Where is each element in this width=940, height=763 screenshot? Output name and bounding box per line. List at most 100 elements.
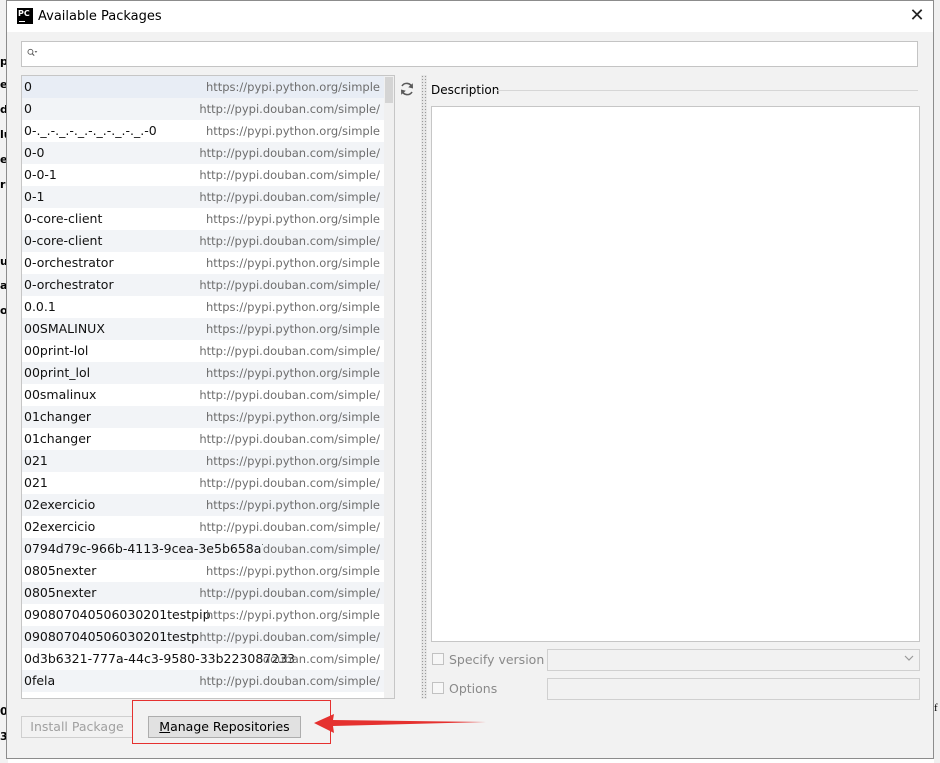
package-row[interactable]: 090807040506030201testpip http://pypi.dou… [22,626,384,648]
package-row[interactable]: 0-orchestrator http://pypi.douban.com/sim… [22,274,384,296]
package-name: 0805nexter [24,585,97,600]
package-repository: http://pypi.douban.com/simple/ [199,186,380,208]
description-panel [431,106,920,642]
package-row[interactable]: 0-._.-._.-._.-._.-._.-._.-0 https://pypi.… [22,120,384,142]
package-repository: http://pypi.douban.com/simple/ [199,230,380,252]
package-repository: http://pypi.douban.com/simple/ [199,670,380,692]
refresh-icon[interactable] [397,79,417,99]
package-repository: http://pypi.douban.com/simple/ [199,98,380,120]
package-row[interactable]: 02exercicio http://pypi.douban.com/simple… [22,516,384,538]
title-bar: PC Available Packages ✕ [7,1,933,32]
specify-version-checkbox[interactable] [432,653,444,665]
package-repository: https://pypi.python.org/simple [205,608,380,622]
package-list[interactable]: 0 https://pypi.python.org/simple 0 http://p… [21,75,395,699]
package-row[interactable]: 0805nexter http://pypi.douban.com/simple/ [22,582,384,604]
package-row[interactable]: 0-core-client https://pypi.python.org/sim… [22,208,384,230]
package-row[interactable]: 00print_lol https://pypi.python.org/simpl… [22,362,384,384]
package-row[interactable]: 0 http://pypi.douban.com/simple/ [22,98,384,120]
package-repository: http://pypi.douban.com/simple/ [199,142,380,164]
package-repository: https://pypi.python.org/simple [205,406,380,428]
package-repository: https://pypi.python.org/simple [205,318,380,340]
options-input[interactable] [547,678,920,700]
package-repository: https://pypi.python.org/simple [205,362,380,384]
package-name: 01changer [24,431,92,446]
package-name: 0.0.1 [24,299,56,314]
description-label: Description [431,83,500,97]
package-repository: http://pypi.douban.com/simple/ [199,274,380,296]
package-repository: http://pypi.douban.com/simple/ [199,344,380,358]
search-icon[interactable] [27,47,38,58]
package-repository: https://pypi.python.org/simple [205,450,380,472]
package-name: 090807040506030201testpip [24,629,211,644]
package-row[interactable]: 0-0-1 http://pypi.douban.com/simple/ [22,164,384,186]
version-select[interactable] [547,649,920,671]
package-repository: https://pypi.python.org/simple [205,564,380,578]
package-name: 0-._.-._.-._.-._.-._.-._.-0 [24,123,157,138]
install-package-button[interactable]: Install Package [21,716,133,738]
package-row[interactable]: 0d3b6321-777a-44c3-9580-33b223087233 doub… [22,648,384,670]
package-name: 021 [24,453,48,468]
package-row[interactable]: 00SMALINUX https://pypi.python.org/simple [22,318,384,340]
pycharm-app-icon: PC [17,8,33,24]
dialog-title: Available Packages [38,9,162,24]
scrollbar-thumb[interactable] [385,77,393,103]
package-name: 02exercicio [24,497,96,512]
package-repository: http://pypi.douban.com/simple/ [199,626,380,648]
package-name: 00print_lol [24,365,91,380]
package-row[interactable]: 0-1 http://pypi.douban.com/simple/ [22,186,384,208]
background-text-fragment: f [934,702,938,714]
package-row[interactable]: 02exercicio https://pypi.python.org/simpl… [22,494,384,516]
search-input[interactable] [50,45,914,65]
package-name: 0805nexter [24,563,97,578]
package-repository: http://pypi.douban.com/simple/ [199,476,380,490]
manage-mnemonic: M [159,719,171,734]
package-list-scrollbar[interactable] [384,76,394,698]
options-checkbox-row[interactable]: Options [431,678,543,700]
package-name: 0fela [24,673,56,688]
close-button[interactable]: ✕ [905,4,929,28]
package-name: 00SMALINUX [24,321,105,336]
package-repository: http://pypi.douban.com/simple/ [199,388,380,402]
panel-splitter[interactable] [421,75,427,699]
options-label: Options [449,681,498,696]
package-row[interactable]: 0.0.1 https://pypi.python.org/simple [22,296,384,318]
package-repository: douban.com/simple/ [262,538,380,560]
package-row[interactable]: 0 https://pypi.python.org/simple [22,76,384,98]
package-row[interactable]: 00smalinux http://pypi.douban.com/simple/ [22,384,384,406]
package-repository: http://pypi.douban.com/simple/ [199,582,380,604]
package-repository: https://pypi.python.org/simple [205,256,380,270]
package-name: 0-0-1 [24,167,57,182]
package-name: 0 [24,101,32,116]
package-row[interactable]: 0794d79c-966b-4113-9cea-3e5b658a7de7 doub… [22,538,384,560]
package-name: 02exercicio [24,519,96,534]
package-name: 01changer [24,409,92,424]
package-row[interactable]: 021 https://pypi.python.org/simple [22,450,384,472]
package-row[interactable]: 0805nexter https://pypi.python.org/simple [22,560,384,582]
package-row[interactable]: 090807040506030201testpip https://pypi.py… [22,604,384,626]
package-row[interactable]: 01changer http://pypi.douban.com/simple/ [22,428,384,450]
package-name: 0d3b6321-777a-44c3-9580-33b223087233 [24,651,296,666]
package-repository: douban.com/simple/ [262,652,380,666]
package-repository: http://pypi.douban.com/simple/ [199,168,380,182]
package-row[interactable]: 0-orchestrator https://pypi.python.org/si… [22,252,384,274]
search-box[interactable] [21,41,918,67]
package-row[interactable]: 01changer https://pypi.python.org/simple [22,406,384,428]
chevron-down-icon [904,655,914,661]
specify-version-checkbox-row[interactable]: Specify version [431,649,544,671]
package-name: 0-core-client [24,233,103,248]
package-row[interactable]: 021 http://pypi.douban.com/simple/ [22,472,384,494]
package-row[interactable]: 0-0 http://pypi.douban.com/simple/ [22,142,384,164]
package-repository: https://pypi.python.org/simple [205,212,380,226]
options-checkbox[interactable] [432,682,444,694]
package-row[interactable]: 00print-lol http://pypi.douban.com/simple… [22,340,384,362]
package-repository: https://pypi.python.org/simple [205,76,380,98]
package-name: 0-core-client [24,211,103,226]
package-repository: https://pypi.python.org/simple [205,300,380,314]
package-name: 021 [24,475,48,490]
package-name: 0 [24,79,32,94]
package-name: 0-orchestrator [24,255,114,270]
package-row[interactable]: 0-core-client http://pypi.douban.com/simp… [22,230,384,252]
package-row[interactable]: 0fela http://pypi.douban.com/simple/ [22,670,384,692]
manage-repositories-button[interactable]: Manage Repositories [148,716,301,738]
package-name: 0-orchestrator [24,277,114,292]
